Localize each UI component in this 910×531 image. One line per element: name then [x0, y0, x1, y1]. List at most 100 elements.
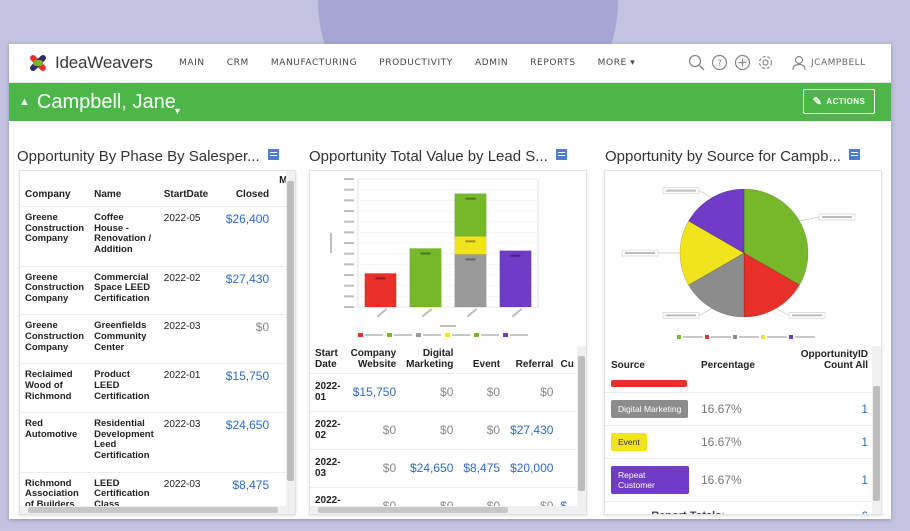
legend-swatch — [761, 335, 765, 339]
col-closed[interactable]: Closed — [221, 171, 274, 207]
legend-swatch — [733, 335, 737, 339]
data-label — [510, 254, 521, 257]
scrollbar-thumb[interactable] — [287, 181, 294, 481]
bar-segment[interactable] — [454, 236, 487, 255]
col-percentage[interactable]: Percentage — [695, 346, 785, 374]
collapse-icon[interactable]: ▲ — [19, 96, 30, 108]
data-label — [375, 277, 386, 280]
source-tag: Repeat Customer — [611, 466, 689, 494]
phase-table: Company Name StartDate Closed M Greene C… — [20, 171, 293, 514]
legend-swatch — [387, 333, 392, 337]
report-menu-icon[interactable] — [555, 149, 567, 160]
table-row[interactable]: Repeat Customer 16.67% 1 — [605, 458, 874, 502]
tick-label — [344, 231, 354, 234]
y-axis-label — [330, 233, 332, 253]
tick-label — [344, 263, 354, 266]
lead-source-bar-chart — [330, 178, 539, 337]
col-referral[interactable]: Referral — [505, 346, 558, 374]
user-icon — [792, 55, 806, 71]
legend-swatch — [445, 333, 450, 337]
scrollbar-thumb[interactable] — [28, 507, 278, 513]
table-row[interactable]: Event 16.67% 1 — [605, 425, 874, 459]
menu-item-crm[interactable]: CRM — [227, 58, 249, 68]
app-window: IdeaWeavers MAIN CRM MANUFACTURING PRODU… — [9, 44, 891, 519]
leader-line — [775, 308, 790, 316]
table-row[interactable]: Reclaimed Wood of Richmond Product LEED … — [20, 363, 293, 413]
tick-label — [344, 199, 354, 202]
source-tag-partial — [611, 380, 687, 387]
table-row[interactable]: 2022-03 $0 $24,650 $8,475 $20,000 — [310, 449, 579, 488]
report-menu-icon[interactable] — [267, 149, 279, 160]
add-icon[interactable] — [732, 52, 752, 72]
tick-label — [344, 242, 354, 244]
legend-label — [795, 336, 815, 338]
tick-label — [344, 252, 354, 255]
panel-title-phase: Opportunity By Phase By Salesper... — [17, 148, 279, 165]
lead-source-table: Start Date Company Website Digital Marke… — [310, 346, 579, 514]
data-label — [420, 252, 431, 255]
legend-swatch — [358, 333, 363, 337]
record-title[interactable]: ▲ Campbell, Jane — [19, 91, 176, 114]
col-startdate[interactable]: StartDate — [159, 171, 221, 207]
col-source[interactable]: Source — [605, 346, 695, 374]
col-digital-marketing[interactable]: Digital Marketing — [401, 346, 458, 374]
table-row[interactable]: Digital Marketing 16.67% 1 — [605, 392, 874, 426]
scrollbar-thumb[interactable] — [318, 507, 508, 513]
col-start-date[interactable]: Start Date — [310, 346, 346, 374]
chevron-down-icon[interactable]: ▼ — [173, 106, 182, 116]
menu-item-reports[interactable]: REPORTS — [530, 58, 575, 68]
legend-label — [683, 336, 703, 338]
vertical-scrollbar[interactable] — [577, 346, 586, 508]
tick-label — [344, 188, 354, 191]
vertical-scrollbar[interactable] — [286, 171, 295, 508]
table-row[interactable]: 2022-02 $0 $0 $0 $27,430 — [310, 411, 579, 450]
table-row[interactable]: Greene Construction Company Greenfields … — [20, 314, 293, 364]
actions-button[interactable]: ✎ ACTIONS — [803, 89, 875, 114]
legend-label — [767, 336, 787, 338]
report-menu-icon[interactable] — [848, 149, 860, 160]
menu-item-main[interactable]: MAIN — [179, 58, 205, 68]
x-tick-label — [421, 308, 433, 318]
table-row[interactable]: Red Automotive Residential Development L… — [20, 412, 293, 473]
scrollbar-thumb[interactable] — [578, 356, 585, 491]
horizontal-scrollbar[interactable] — [310, 506, 586, 514]
col-count[interactable]: OpportunityID Count All — [785, 346, 874, 374]
logo-mark-icon — [27, 53, 49, 73]
legend-label — [481, 334, 499, 336]
slice-label-text — [792, 314, 823, 317]
table-row[interactable]: Greene Construction Company Commercial S… — [20, 265, 293, 315]
col-company-website[interactable]: Company Website — [346, 346, 402, 374]
bar-segment[interactable] — [409, 248, 442, 308]
slice-label-text — [822, 215, 853, 218]
slice-label-text — [625, 252, 655, 255]
phase-report-card: Company Name StartDate Closed M Greene C… — [19, 170, 296, 515]
col-company[interactable]: Company — [20, 171, 89, 207]
menu-item-productivity[interactable]: PRODUCTIVITY — [379, 58, 453, 68]
table-row[interactable]: 2022-01 $15,750 $0 $0 $0 — [310, 373, 579, 412]
user-menu[interactable]: JCAMPBELL — [791, 55, 866, 71]
search-icon[interactable] — [686, 52, 706, 72]
legend-swatch — [474, 333, 479, 337]
legend-label — [423, 334, 441, 336]
horizontal-scrollbar[interactable] — [20, 506, 295, 514]
menu-item-admin[interactable]: ADMIN — [475, 58, 508, 68]
menu-item-manufacturing[interactable]: MANUFACTURING — [271, 58, 357, 68]
legend-label — [510, 334, 528, 336]
table-row[interactable] — [605, 374, 874, 393]
bar-segment[interactable] — [454, 254, 487, 308]
table-row[interactable]: Greene Construction Company Coffee House… — [20, 206, 293, 266]
leader-line — [698, 308, 713, 316]
vertical-scrollbar[interactable] — [872, 346, 881, 514]
col-more[interactable]: Cu — [558, 346, 578, 374]
bar-segment[interactable] — [454, 193, 487, 237]
slice-label-text — [666, 314, 697, 317]
help-icon[interactable]: ? — [709, 52, 729, 72]
logo-text: IdeaWeavers — [55, 53, 153, 72]
menu-item-more[interactable]: MORE ▾ — [598, 58, 636, 68]
logo[interactable]: IdeaWeavers — [27, 53, 177, 73]
col-name[interactable]: Name — [89, 171, 159, 207]
settings-icon[interactable] — [755, 52, 775, 72]
scrollbar-thumb[interactable] — [873, 386, 880, 501]
col-event[interactable]: Event — [458, 346, 505, 374]
bar-segment[interactable] — [499, 250, 532, 308]
